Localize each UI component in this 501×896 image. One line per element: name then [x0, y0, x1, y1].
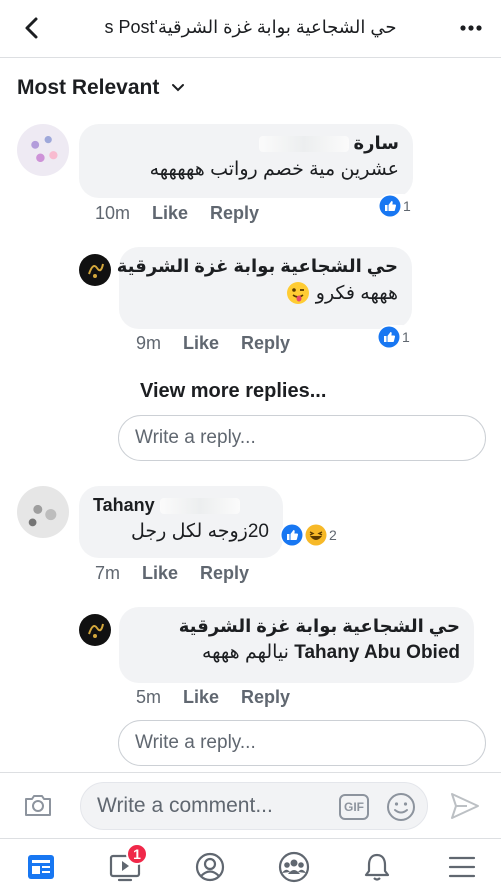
comment-text: عشرين مية خصم رواتب هههههه	[149, 159, 399, 180]
notification-badge: 1	[126, 843, 148, 865]
haha-reaction-icon	[305, 524, 327, 546]
reaction-summary[interactable]: 1	[377, 325, 414, 349]
reply-mention[interactable]: Tahany Abu Obied	[294, 642, 460, 663]
like-reaction-icon	[281, 524, 303, 546]
like-reaction-icon	[379, 195, 401, 217]
blurred-name	[159, 498, 240, 515]
chevron-left-icon[interactable]	[18, 14, 46, 42]
profile-icon[interactable]	[194, 851, 226, 883]
post-header: حي الشجاعية بوابة غزة الشرقية's Post	[0, 0, 501, 58]
reaction-summary[interactable]: 1	[378, 194, 415, 218]
menu-icon[interactable]	[447, 851, 477, 883]
comment-bubble[interactable]: Tahany 20زوجه لكل رجل	[79, 486, 283, 558]
sort-dropdown[interactable]: Most Relevant	[17, 76, 185, 100]
notifications-icon[interactable]	[362, 851, 392, 883]
reply-text: نيالهم هههه	[201, 642, 289, 663]
like-reaction-icon	[378, 326, 400, 348]
reply-actions: 5m Like Reply	[136, 687, 290, 708]
emoji-icon[interactable]	[386, 792, 416, 822]
view-more-replies-link[interactable]: View more replies...	[140, 380, 326, 403]
send-icon[interactable]	[449, 791, 481, 821]
page-title: حي الشجاعية بوابة غزة الشرقية's Post	[104, 17, 397, 37]
reply-placeholder: Write a reply...	[135, 427, 256, 448]
comment-author: Tahany	[93, 495, 155, 515]
reply-bubble[interactable]: حي الشجاعية بوابة غزة الشرقية Tahany Abu…	[119, 607, 474, 683]
blurred-name	[258, 136, 349, 153]
avatar[interactable]	[79, 254, 111, 286]
reply-bubble[interactable]: حي الشجاعية بوابة غزة الشرقية هههه فكرو	[116, 247, 412, 329]
comment-composer: Write a comment... GIF	[0, 772, 501, 838]
like-button[interactable]: Like	[183, 333, 219, 354]
news-feed-icon[interactable]	[25, 851, 57, 883]
reply-author: حي الشجاعية بوابة غزة الشرقية	[178, 616, 460, 636]
comment-input[interactable]: Write a comment... GIF	[80, 782, 428, 830]
more-dots-icon[interactable]	[459, 20, 483, 36]
bottom-nav: 1	[0, 838, 501, 896]
reply-button[interactable]: Reply	[241, 687, 290, 708]
gif-button[interactable]: GIF	[339, 794, 369, 820]
page-logo-icon	[88, 263, 104, 278]
chevron-down-icon	[172, 84, 185, 92]
reply-author: حي الشجاعية بوابة غزة الشرقية	[116, 256, 398, 276]
reaction-count: 1	[402, 329, 410, 345]
reply-time: 9m	[136, 333, 162, 353]
avatar[interactable]	[79, 614, 111, 646]
like-button[interactable]: Like	[183, 687, 219, 708]
reaction-summary[interactable]: 2	[280, 523, 341, 547]
like-button[interactable]: Like	[142, 563, 178, 584]
comment-actions: 7m Like Reply	[95, 563, 249, 584]
sort-label: Most Relevant	[17, 76, 160, 99]
avatar[interactable]	[17, 124, 69, 176]
page-logo-icon	[88, 623, 104, 638]
comment-bubble[interactable]: سارة عشرين مية خصم رواتب هههههه	[79, 124, 413, 198]
comment-author: سارة	[353, 133, 399, 153]
comment-placeholder: Write a comment...	[97, 794, 273, 817]
reply-button[interactable]: Reply	[210, 203, 259, 224]
reaction-count: 2	[329, 527, 337, 543]
reaction-count: 1	[403, 198, 411, 214]
camera-icon[interactable]	[22, 791, 54, 819]
like-button[interactable]: Like	[152, 203, 188, 224]
comment-time: 7m	[95, 563, 121, 583]
reply-button[interactable]: Reply	[241, 333, 290, 354]
watch-tab[interactable]: 1	[108, 843, 148, 888]
winking-tongue-emoji-icon	[286, 282, 309, 304]
comment-text: 20زوجه لكل رجل	[131, 521, 269, 542]
reply-button[interactable]: Reply	[200, 563, 249, 584]
reply-input[interactable]: Write a reply...	[118, 720, 486, 766]
groups-icon[interactable]	[277, 851, 311, 883]
reply-input[interactable]: Write a reply...	[118, 415, 486, 461]
reply-actions: 9m Like Reply	[136, 333, 290, 354]
reply-text: هههه فكرو	[315, 282, 398, 304]
comment-actions: 10m Like Reply	[95, 203, 259, 224]
avatar[interactable]	[17, 486, 69, 538]
reply-time: 5m	[136, 687, 162, 707]
reply-placeholder: Write a reply...	[135, 732, 256, 753]
comment-time: 10m	[95, 203, 131, 223]
